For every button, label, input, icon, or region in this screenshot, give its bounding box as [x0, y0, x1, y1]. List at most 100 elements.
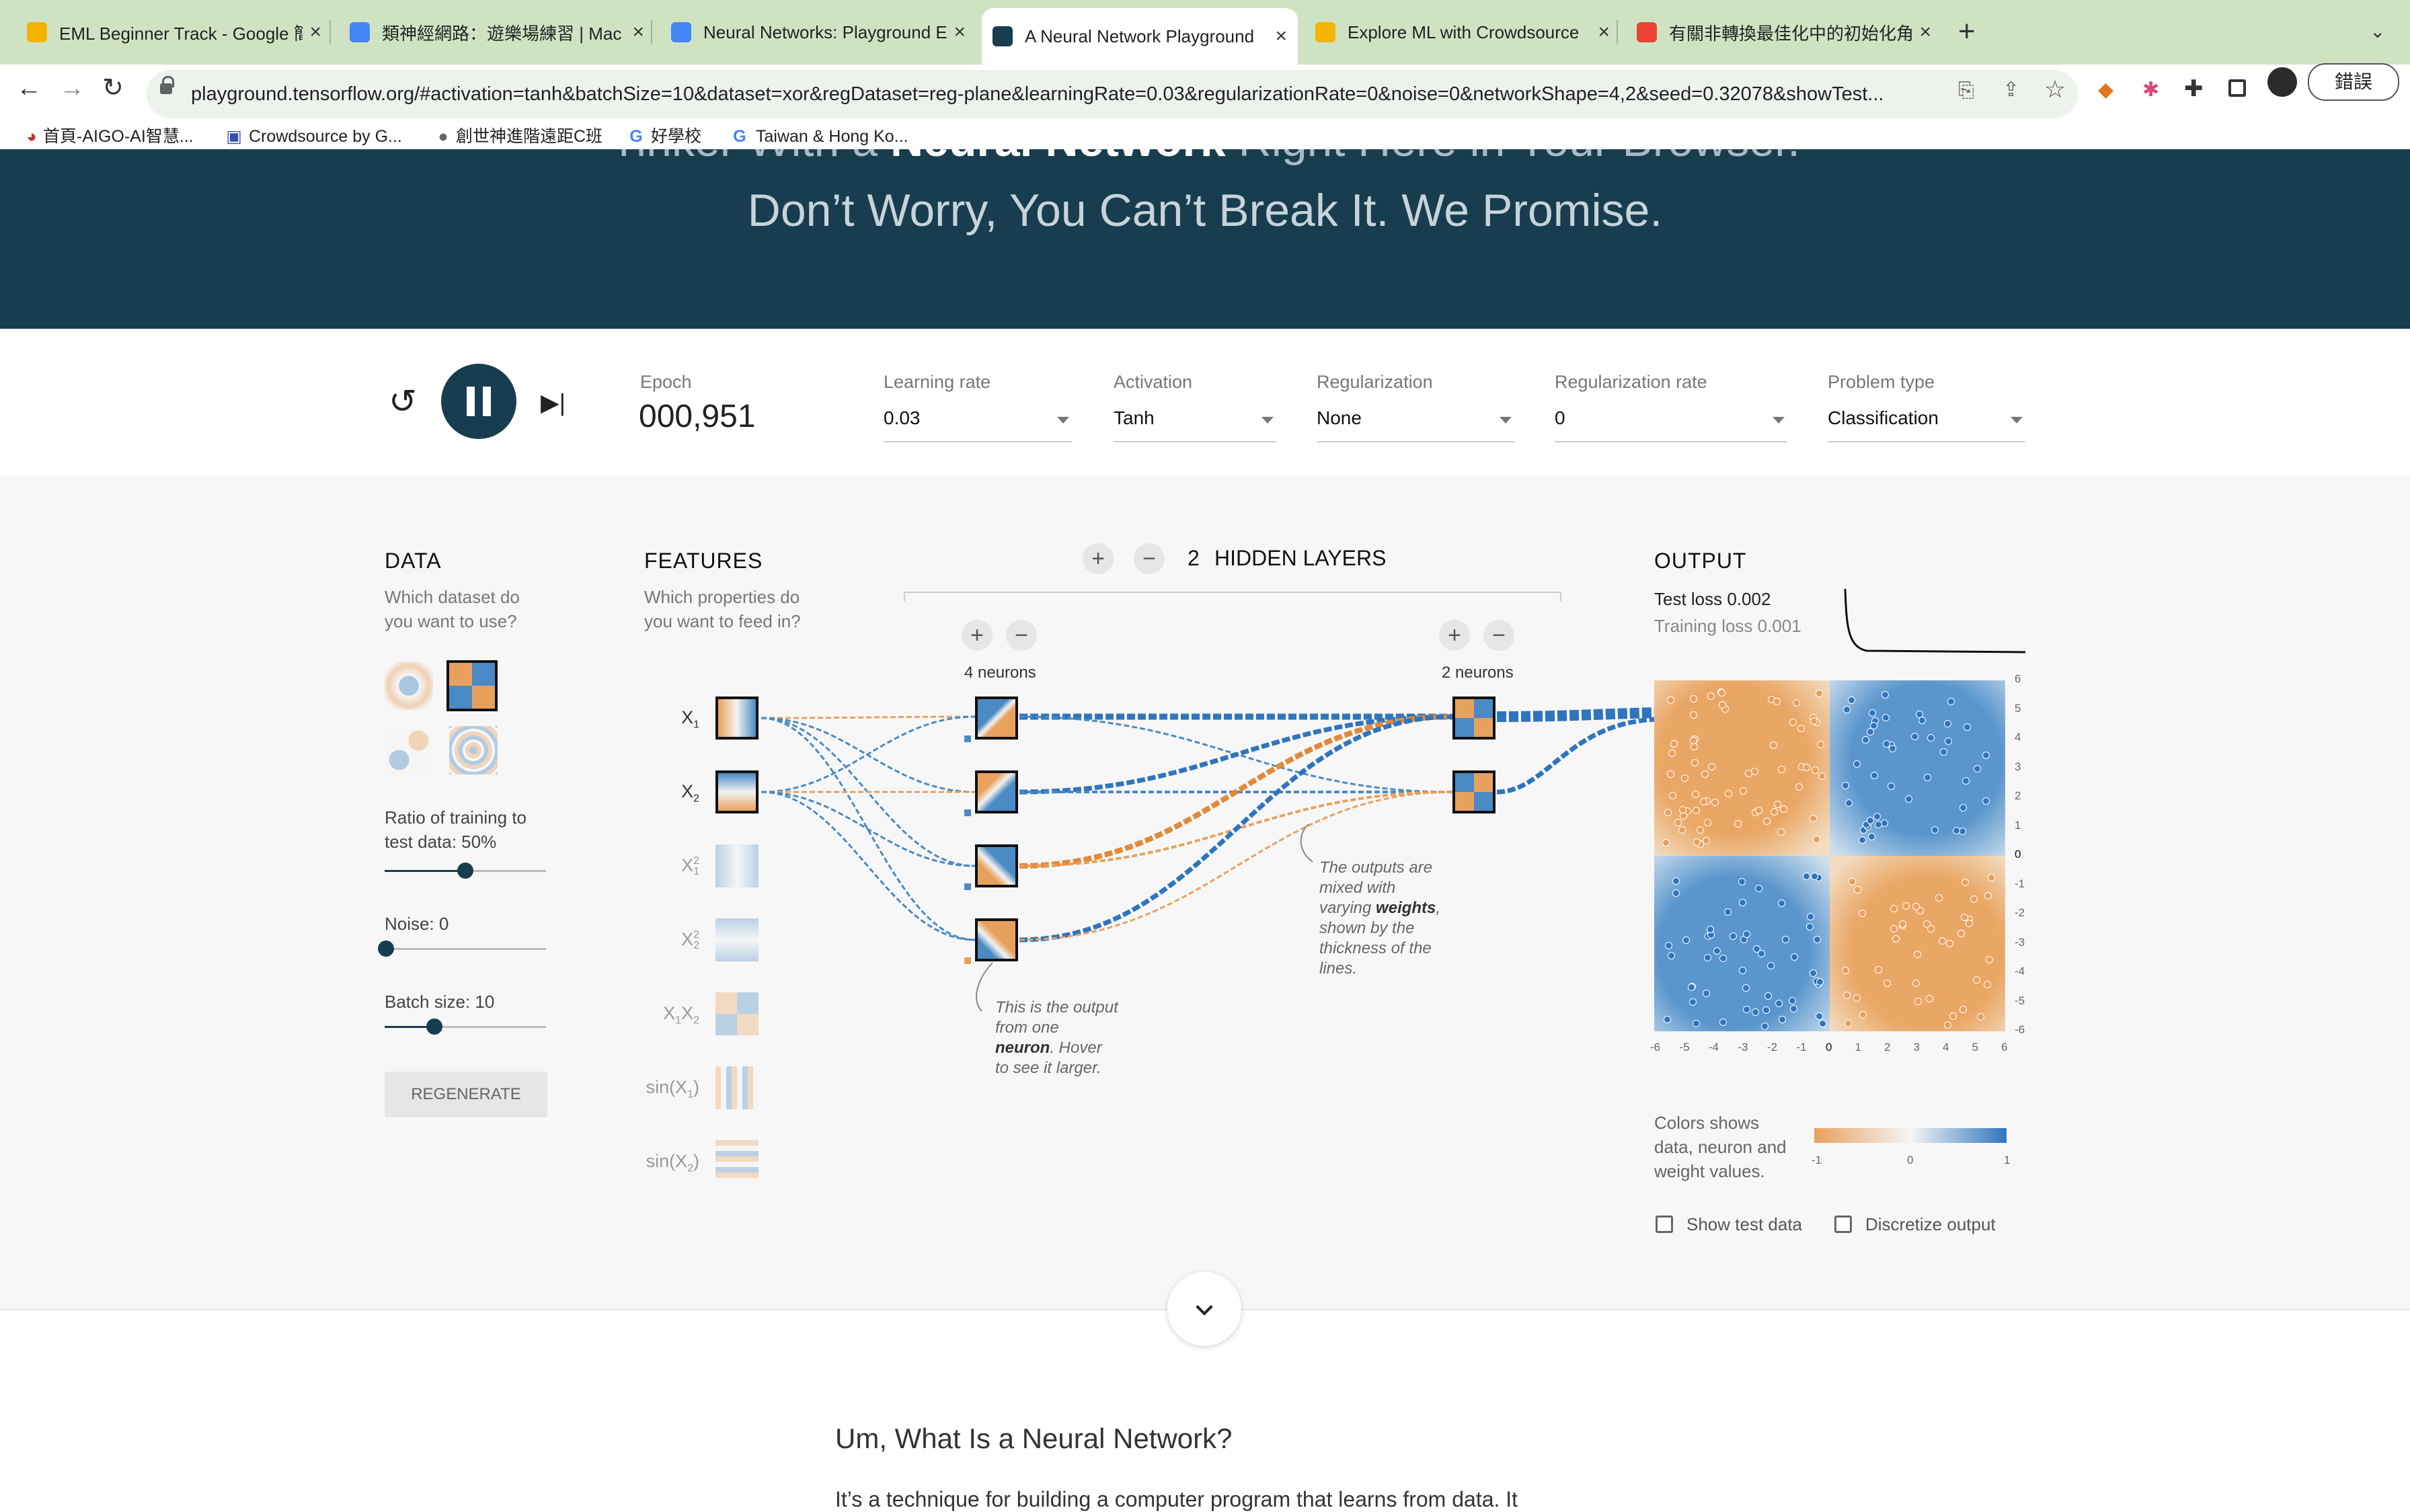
x-tick: -3 [1738, 1041, 1748, 1053]
tab-close-icon[interactable]: × [1268, 25, 1287, 48]
add-layer-button[interactable]: + [1083, 543, 1114, 574]
bookmark-0[interactable]: ◕ 首頁-AIGO-AI智慧... [20, 125, 193, 148]
discretize-output-checkbox[interactable] [1834, 1216, 1852, 1233]
neuron-l2-1[interactable] [1452, 697, 1495, 740]
neuron-l1-1[interactable] [975, 697, 1018, 740]
add-neuron-layer2-button[interactable]: + [1439, 620, 1470, 651]
remove-layer-button[interactable]: − [1134, 543, 1165, 574]
problem-type-select[interactable]: Classification [1828, 407, 2025, 442]
data-point [1811, 766, 1819, 774]
new-tab-button[interactable]: + [1958, 15, 1976, 48]
tab-2[interactable]: Neural Networks: Playground E × [660, 8, 976, 56]
data-point [1887, 782, 1895, 790]
remove-neuron-layer2-button[interactable]: − [1483, 620, 1514, 651]
activation-select[interactable]: Tanh [1114, 407, 1276, 442]
feature-label: X1X2 [646, 1003, 699, 1027]
feature-base: X [681, 929, 694, 949]
weights-note: The outputs are mixed with varying weigh… [1319, 858, 1440, 979]
feature-node[interactable] [715, 992, 759, 1035]
x-tick: 6 [2001, 1041, 2008, 1053]
data-point [1898, 920, 1906, 928]
neuron-l1-3[interactable] [975, 844, 1018, 887]
dataset-spiral-thumbnail[interactable] [449, 726, 498, 774]
tab-1[interactable]: 類神經網路：遊樂場練習 | Mac × [339, 8, 655, 56]
batch-size-slider[interactable] [385, 1019, 546, 1035]
play-pause-button[interactable] [441, 364, 516, 439]
tab-close-icon[interactable]: × [1912, 21, 1931, 44]
ratio-slider[interactable] [385, 863, 546, 879]
back-icon[interactable]: ← [16, 74, 42, 103]
slider-knob[interactable] [378, 941, 394, 957]
dataset-xor-thumbnail[interactable] [446, 660, 498, 711]
feature-node[interactable] [715, 1066, 759, 1109]
regenerate-button[interactable]: REGENERATE [385, 1072, 547, 1117]
bookmark-star-icon[interactable]: ☆ [2044, 75, 2066, 104]
tab-close-icon[interactable]: × [303, 21, 321, 44]
remove-neuron-layer1-button[interactable]: − [1006, 620, 1037, 651]
tab-4[interactable]: Explore ML with Crowdsource × [1305, 8, 1621, 56]
bookmark-3[interactable]: G 好學校 [621, 125, 701, 148]
translate-icon[interactable]: ⎘ [1958, 79, 1974, 102]
data-point [1912, 979, 1920, 987]
neuron-l2-2[interactable] [1452, 770, 1495, 813]
feature-node[interactable] [715, 844, 759, 887]
dataset-circle-thumbnail[interactable] [385, 662, 433, 710]
hero-bold-text: Neural Network [890, 149, 1226, 166]
tab-close-icon[interactable]: × [947, 21, 966, 44]
add-neuron-layer1-button[interactable]: + [962, 620, 993, 651]
feature-node[interactable] [715, 918, 759, 961]
slider-knob[interactable] [457, 863, 473, 879]
tab-0[interactable]: EML Beginner Track - Google 簡 × [16, 8, 332, 56]
regularization-select[interactable]: None [1317, 407, 1514, 442]
data-point [1666, 770, 1674, 779]
color-scale-tick: 0 [1907, 1154, 1914, 1166]
tab-3[interactable]: A Neural Network Playground × [982, 8, 1298, 65]
avatar[interactable] [2267, 67, 2297, 97]
noise-slider[interactable] [378, 941, 546, 957]
share-icon[interactable]: ⇪ [2003, 78, 2019, 102]
tab-favicon-icon [671, 22, 691, 42]
extension-icon-2[interactable]: ✱ [2142, 78, 2159, 102]
neuron-l1-4[interactable] [975, 918, 1018, 961]
data-point [1809, 969, 1817, 977]
bookmark-4[interactable]: G Taiwan & Hong Ko... [724, 125, 908, 148]
feature-subscript: 1 [687, 1088, 693, 1101]
forward-icon[interactable]: → [59, 74, 85, 103]
legend-line: data, neuron and [1654, 1137, 1787, 1157]
profile-error-button[interactable]: 錯誤 [2308, 63, 2399, 101]
reg-rate-select[interactable]: 0 [1555, 407, 1787, 442]
tab-close-icon[interactable]: × [625, 21, 644, 44]
url-text[interactable]: playground.tensorflow.org/#activation=ta… [191, 70, 1953, 118]
tab-5[interactable]: 有關非轉換最佳化中的初始化角色 × [1626, 8, 1942, 56]
feature-subscript: 2 [693, 793, 699, 805]
reload-icon[interactable]: ↻ [102, 73, 124, 103]
data-point [1702, 989, 1710, 997]
discretize-output-label[interactable]: Discretize output [1865, 1214, 1996, 1235]
bookmark-2[interactable]: ● 創世神進階遠距C班 [430, 125, 602, 148]
dataset-gaussian-thumbnail[interactable] [385, 726, 433, 774]
data-point [1982, 797, 1990, 805]
scroll-down-button[interactable] [1167, 1272, 1241, 1346]
feature-subscript: 2 [693, 939, 699, 951]
side-panel-icon[interactable] [2228, 79, 2246, 97]
metamask-extension-icon[interactable]: ◆ [2098, 78, 2113, 102]
feature-node[interactable] [715, 1140, 759, 1183]
learning-rate-select[interactable]: 0.03 [884, 407, 1072, 442]
tab-close-icon[interactable]: × [1591, 21, 1610, 44]
bookmark-1[interactable]: ▣ Crowdsource by G... [219, 125, 402, 148]
feature-node[interactable] [715, 697, 759, 740]
step-icon[interactable]: ▶| [541, 389, 566, 417]
data-point [1913, 950, 1921, 958]
reset-icon[interactable]: ↺ [389, 382, 417, 421]
show-test-data-checkbox[interactable] [1656, 1216, 1673, 1233]
data-point [1693, 838, 1701, 846]
data-point [1701, 770, 1709, 778]
reg-rate-value: 0 [1555, 407, 1565, 428]
feature-superscript: 2 [693, 928, 699, 941]
extensions-puzzle-icon[interactable]: ✚ [2184, 75, 2204, 102]
neuron-l1-2[interactable] [975, 770, 1018, 813]
feature-node[interactable] [715, 770, 759, 813]
show-test-data-label[interactable]: Show test data [1686, 1214, 1802, 1235]
tab-search-icon[interactable]: ⌄ [2370, 20, 2385, 42]
data-point [1944, 737, 1952, 745]
